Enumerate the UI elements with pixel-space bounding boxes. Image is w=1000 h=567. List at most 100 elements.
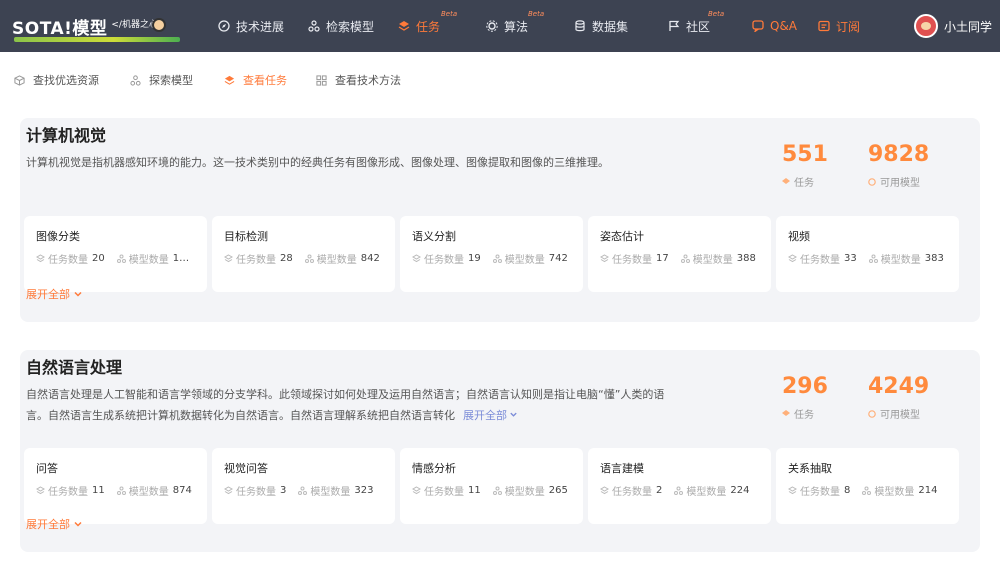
model-count-value: 323 — [354, 485, 374, 496]
task-count-key: 任务数量 — [48, 255, 88, 266]
tab-view-methods[interactable]: 查看技术方法 — [316, 72, 401, 88]
database-icon — [575, 20, 585, 32]
model-count-icon — [298, 486, 308, 495]
nodes-icon — [130, 74, 141, 86]
nav-subscribe[interactable]: 订阅 — [818, 0, 860, 52]
site-logo[interactable]: SOTA!模型 </机器之心> — [12, 8, 182, 44]
card-meta: 任务数量 8 模型数量 214 — [788, 483, 949, 498]
task-card[interactable]: 问答 任务数量 11 模型数量 874 — [24, 448, 207, 524]
task-count-value: 11 — [92, 485, 105, 496]
expand-all-link[interactable]: 展开全部 — [26, 516, 83, 532]
model-count-stat: 4249 可用模型 — [868, 374, 929, 421]
model-count-key: 模型数量 — [686, 487, 727, 498]
nav-tasks[interactable]: 任务 — [398, 0, 440, 52]
task-count-value: 17 — [656, 253, 669, 264]
task-card[interactable]: 姿态估计 任务数量 17 模型数量 388 — [588, 216, 771, 292]
model-count: 4249 — [868, 374, 930, 399]
card-title: 姿态估计 — [600, 230, 644, 243]
grid-icon — [316, 74, 327, 86]
model-icon — [868, 177, 876, 186]
nav-label: Q&A — [770, 19, 798, 33]
user-name: 小土同学 — [943, 19, 992, 34]
card-meta: 任务数量 2 模型数量 224 — [600, 483, 761, 498]
description-text: 计算机视觉是指机器感知环境的能力。这一技术类别中的经典任务有图像形成、图像处理、… — [26, 156, 609, 169]
task-count-icon — [224, 486, 233, 495]
nav-label: 算法 — [504, 19, 529, 34]
card-meta: 任务数量 3 模型数量 323 — [224, 483, 385, 498]
avatar[interactable] — [913, 14, 938, 38]
task-card[interactable]: 视频 任务数量 33 模型数量 383 — [776, 216, 959, 292]
task-count-key: 任务数量 — [236, 487, 276, 498]
model-count-key: 模型数量 — [880, 255, 921, 266]
task-card[interactable]: 语言建模 任务数量 2 模型数量 224 — [588, 448, 771, 524]
task-count-key: 任务数量 — [612, 255, 652, 266]
card-title: 语言建模 — [600, 462, 644, 475]
model-count-icon — [862, 486, 872, 495]
user-menu[interactable]: 小土同学 — [913, 12, 992, 40]
tab-explore-models[interactable]: 探索模型 — [130, 72, 193, 88]
model-count-stat: 9828 可用模型 — [868, 142, 929, 189]
nav-tech-progress[interactable]: 技术进展 — [218, 0, 284, 52]
nodes-icon — [308, 20, 320, 32]
task-card[interactable]: 视觉问答 任务数量 3 模型数量 323 — [212, 448, 395, 524]
tab-view-tasks[interactable]: 查看任务 — [224, 72, 287, 88]
task-card-list: 问答 任务数量 11 模型数量 874 视觉问答 任务数量 3 模型数量 323 — [24, 448, 959, 524]
task-count-value: 19 — [468, 253, 481, 264]
task-card[interactable]: 语义分割 任务数量 19 模型数量 742 — [400, 216, 583, 292]
task-count-label: 任务 — [794, 410, 814, 421]
nav-label: 任务 — [416, 19, 441, 34]
gear-icon — [486, 20, 498, 32]
model-count-value: 224 — [730, 485, 750, 496]
expand-all-label: 展开全部 — [26, 288, 70, 301]
card-title: 图像分类 — [36, 230, 80, 243]
task-count-icon — [412, 486, 421, 495]
model-count-value: 1… — [172, 253, 190, 264]
model-count-key: 模型数量 — [316, 255, 357, 266]
beta-badge: Beta — [708, 10, 725, 18]
logo-text: SOTA!模型 — [12, 18, 108, 39]
logo-underline — [14, 37, 180, 42]
model-count-icon — [680, 254, 690, 263]
nav-search-models[interactable]: 检索模型 — [308, 0, 374, 52]
task-icon — [782, 177, 790, 184]
task-card[interactable]: 图像分类 任务数量 20 模型数量 1… — [24, 216, 207, 292]
task-count-icon — [36, 254, 45, 263]
task-count-key: 任务数量 — [424, 487, 464, 498]
task-count-icon — [788, 486, 797, 495]
card-title: 视觉问答 — [224, 462, 268, 475]
task-count-key: 任务数量 — [424, 255, 464, 266]
nav-qa[interactable]: Q&A — [752, 0, 797, 52]
task-card[interactable]: 情感分析 任务数量 11 模型数量 265 — [400, 448, 583, 524]
task-card[interactable]: 目标检测 任务数量 28 模型数量 842 — [212, 216, 395, 292]
qa-icon — [752, 20, 764, 32]
model-count-key: 模型数量 — [874, 487, 915, 498]
tab-find-resources[interactable]: 查找优选资源 — [14, 72, 99, 88]
expand-all-link[interactable]: 展开全部 — [26, 286, 83, 302]
model-count-value: 742 — [548, 253, 568, 264]
task-count-label: 任务 — [794, 178, 814, 189]
card-title: 问答 — [36, 462, 58, 475]
category-section-nlp: 自然语言处理 自然语言处理是人工智能和语言学领域的分支学科。此领域探讨如何处理及… — [20, 350, 980, 552]
compass-icon — [218, 20, 230, 32]
card-meta: 任务数量 28 模型数量 842 — [224, 251, 392, 266]
model-count-key: 模型数量 — [128, 487, 169, 498]
nav-datasets[interactable]: 数据集 — [574, 0, 628, 52]
task-count-value: 28 — [280, 253, 293, 264]
task-count-value: 8 — [844, 485, 851, 496]
task-count-value: 20 — [92, 253, 105, 264]
task-card[interactable]: 关系抽取 任务数量 8 模型数量 214 — [776, 448, 959, 524]
section-title: 自然语言处理 — [26, 358, 123, 377]
nav-community[interactable]: 社区 — [668, 0, 710, 52]
task-count-value: 3 — [280, 485, 287, 496]
nav-algorithms[interactable]: 算法 — [486, 0, 528, 52]
expand-description-link[interactable]: 展开全部 — [463, 409, 518, 422]
model-count-key: 模型数量 — [692, 255, 733, 266]
task-count-icon — [600, 254, 609, 263]
task-count: 551 — [782, 142, 828, 167]
task-count-value: 11 — [468, 485, 481, 496]
model-count-icon — [674, 486, 684, 495]
task-count-icon — [788, 254, 797, 263]
card-meta: 任务数量 19 模型数量 742 — [412, 251, 580, 266]
tab-label: 探索模型 — [149, 74, 193, 87]
model-count-key: 模型数量 — [504, 487, 545, 498]
